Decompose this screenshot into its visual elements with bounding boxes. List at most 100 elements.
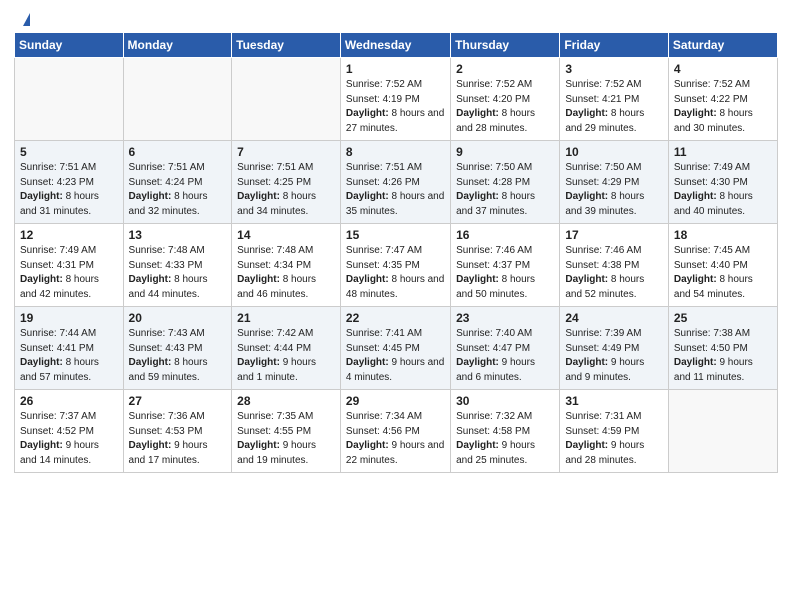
day-details: Sunrise: 7:49 AMSunset: 4:31 PMDaylight:…	[20, 244, 118, 302]
day-details: Sunrise: 7:39 AMSunset: 4:49 PMDaylight:…	[565, 327, 663, 385]
day-details: Sunrise: 7:44 AMSunset: 4:41 PMDaylight:…	[20, 327, 118, 385]
calendar-cell: 24 Sunrise: 7:39 AMSunset: 4:49 PMDayligh…	[560, 307, 669, 390]
calendar-week-row: 1 Sunrise: 7:52 AMSunset: 4:19 PMDaylight…	[15, 58, 778, 141]
calendar-cell: 5 Sunrise: 7:51 AMSunset: 4:23 PMDaylight…	[15, 141, 124, 224]
day-details: Sunrise: 7:49 AMSunset: 4:30 PMDaylight:…	[674, 161, 772, 219]
weekday-header: Sunday	[15, 33, 124, 58]
calendar-cell: 10Sunrise: 7:50 AMSunset: 4:29 PMDayligh…	[560, 141, 669, 224]
day-details: Sunrise: 7:45 AMSunset: 4:40 PMDaylight:…	[674, 244, 772, 302]
day-number: 17	[565, 228, 663, 242]
calendar-table: SundayMondayTuesdayWednesdayThursdayFrid…	[14, 32, 778, 473]
calendar-cell: 29 Sunrise: 7:34 AMSunset: 4:56 PMDayligh…	[340, 390, 450, 473]
day-details: Sunrise: 7:48 AMSunset: 4:33 PMDaylight:…	[129, 244, 227, 302]
day-number: 11	[674, 145, 772, 159]
day-details: Sunrise: 7:36 AMSunset: 4:53 PMDaylight:…	[129, 410, 227, 468]
calendar-header: SundayMondayTuesdayWednesdayThursdayFrid…	[15, 33, 778, 58]
logo	[20, 14, 30, 24]
weekday-header: Monday	[123, 33, 232, 58]
calendar-week-row: 5 Sunrise: 7:51 AMSunset: 4:23 PMDaylight…	[15, 141, 778, 224]
day-details: Sunrise: 7:40 AMSunset: 4:47 PMDaylight:…	[456, 327, 554, 385]
calendar-cell: 12 Sunrise: 7:49 AMSunset: 4:31 PMDayligh…	[15, 224, 124, 307]
day-number: 18	[674, 228, 772, 242]
day-details: Sunrise: 7:52 AMSunset: 4:19 PMDaylight:…	[346, 78, 445, 136]
day-number: 12	[20, 228, 118, 242]
page-header	[0, 0, 792, 32]
day-number: 4	[674, 62, 772, 76]
day-number: 21	[237, 311, 335, 325]
day-details: Sunrise: 7:51 AMSunset: 4:25 PMDaylight:…	[237, 161, 335, 219]
day-number: 24	[565, 311, 663, 325]
calendar-cell	[668, 390, 777, 473]
calendar-cell: 27 Sunrise: 7:36 AMSunset: 4:53 PMDayligh…	[123, 390, 232, 473]
day-details: Sunrise: 7:48 AMSunset: 4:34 PMDaylight:…	[237, 244, 335, 302]
day-details: Sunrise: 7:46 AMSunset: 4:38 PMDaylight:…	[565, 244, 663, 302]
day-number: 2	[456, 62, 554, 76]
calendar-cell	[15, 58, 124, 141]
calendar-week-row: 12 Sunrise: 7:49 AMSunset: 4:31 PMDayligh…	[15, 224, 778, 307]
calendar-cell: 23 Sunrise: 7:40 AMSunset: 4:47 PMDayligh…	[451, 307, 560, 390]
calendar-container: SundayMondayTuesdayWednesdayThursdayFrid…	[0, 32, 792, 483]
day-details: Sunrise: 7:42 AMSunset: 4:44 PMDaylight:…	[237, 327, 335, 385]
day-number: 26	[20, 394, 118, 408]
day-number: 31	[565, 394, 663, 408]
day-number: 13	[129, 228, 227, 242]
weekday-header: Thursday	[451, 33, 560, 58]
day-number: 23	[456, 311, 554, 325]
calendar-cell: 26 Sunrise: 7:37 AMSunset: 4:52 PMDayligh…	[15, 390, 124, 473]
day-details: Sunrise: 7:51 AMSunset: 4:26 PMDaylight:…	[346, 161, 445, 219]
day-number: 14	[237, 228, 335, 242]
day-details: Sunrise: 7:34 AMSunset: 4:56 PMDaylight:…	[346, 410, 445, 468]
day-details: Sunrise: 7:32 AMSunset: 4:58 PMDaylight:…	[456, 410, 554, 468]
day-number: 19	[20, 311, 118, 325]
calendar-cell: 4 Sunrise: 7:52 AMSunset: 4:22 PMDaylight…	[668, 58, 777, 141]
calendar-cell: 18 Sunrise: 7:45 AMSunset: 4:40 PMDayligh…	[668, 224, 777, 307]
day-details: Sunrise: 7:35 AMSunset: 4:55 PMDaylight:…	[237, 410, 335, 468]
day-number: 15	[346, 228, 445, 242]
calendar-cell: 15 Sunrise: 7:47 AMSunset: 4:35 PMDayligh…	[340, 224, 450, 307]
calendar-cell: 14 Sunrise: 7:48 AMSunset: 4:34 PMDayligh…	[232, 224, 341, 307]
logo-triangle-icon	[23, 13, 30, 26]
calendar-week-row: 26 Sunrise: 7:37 AMSunset: 4:52 PMDayligh…	[15, 390, 778, 473]
calendar-cell: 20Sunrise: 7:43 AMSunset: 4:43 PMDayligh…	[123, 307, 232, 390]
calendar-cell: 21 Sunrise: 7:42 AMSunset: 4:44 PMDayligh…	[232, 307, 341, 390]
day-details: Sunrise: 7:52 AMSunset: 4:21 PMDaylight:…	[565, 78, 663, 136]
day-details: Sunrise: 7:41 AMSunset: 4:45 PMDaylight:…	[346, 327, 445, 385]
calendar-cell: 9Sunrise: 7:50 AMSunset: 4:28 PMDaylight…	[451, 141, 560, 224]
day-details: Sunrise: 7:52 AMSunset: 4:20 PMDaylight:…	[456, 78, 554, 136]
calendar-cell: 17 Sunrise: 7:46 AMSunset: 4:38 PMDayligh…	[560, 224, 669, 307]
calendar-cell: 11 Sunrise: 7:49 AMSunset: 4:30 PMDayligh…	[668, 141, 777, 224]
weekday-header: Tuesday	[232, 33, 341, 58]
calendar-cell: 25 Sunrise: 7:38 AMSunset: 4:50 PMDayligh…	[668, 307, 777, 390]
calendar-cell: 8Sunrise: 7:51 AMSunset: 4:26 PMDaylight…	[340, 141, 450, 224]
day-details: Sunrise: 7:43 AMSunset: 4:43 PMDaylight:…	[129, 327, 227, 385]
calendar-cell: 13 Sunrise: 7:48 AMSunset: 4:33 PMDayligh…	[123, 224, 232, 307]
day-details: Sunrise: 7:31 AMSunset: 4:59 PMDaylight:…	[565, 410, 663, 468]
day-number: 7	[237, 145, 335, 159]
day-details: Sunrise: 7:38 AMSunset: 4:50 PMDaylight:…	[674, 327, 772, 385]
calendar-cell: 6Sunrise: 7:51 AMSunset: 4:24 PMDaylight…	[123, 141, 232, 224]
calendar-cell: 31 Sunrise: 7:31 AMSunset: 4:59 PMDayligh…	[560, 390, 669, 473]
day-details: Sunrise: 7:52 AMSunset: 4:22 PMDaylight:…	[674, 78, 772, 136]
day-number: 30	[456, 394, 554, 408]
calendar-cell: 1 Sunrise: 7:52 AMSunset: 4:19 PMDaylight…	[340, 58, 450, 141]
day-number: 10	[565, 145, 663, 159]
calendar-cell: 16Sunrise: 7:46 AMSunset: 4:37 PMDayligh…	[451, 224, 560, 307]
day-number: 25	[674, 311, 772, 325]
day-details: Sunrise: 7:46 AMSunset: 4:37 PMDaylight:…	[456, 244, 554, 302]
day-details: Sunrise: 7:37 AMSunset: 4:52 PMDaylight:…	[20, 410, 118, 468]
weekday-header: Saturday	[668, 33, 777, 58]
day-details: Sunrise: 7:51 AMSunset: 4:23 PMDaylight:…	[20, 161, 118, 219]
calendar-cell: 2 Sunrise: 7:52 AMSunset: 4:20 PMDaylight…	[451, 58, 560, 141]
day-details: Sunrise: 7:47 AMSunset: 4:35 PMDaylight:…	[346, 244, 445, 302]
day-number: 27	[129, 394, 227, 408]
day-number: 22	[346, 311, 445, 325]
day-details: Sunrise: 7:51 AMSunset: 4:24 PMDaylight:…	[129, 161, 227, 219]
weekday-header: Wednesday	[340, 33, 450, 58]
calendar-week-row: 19 Sunrise: 7:44 AMSunset: 4:41 PMDayligh…	[15, 307, 778, 390]
calendar-cell: 19 Sunrise: 7:44 AMSunset: 4:41 PMDayligh…	[15, 307, 124, 390]
weekday-header: Friday	[560, 33, 669, 58]
day-number: 29	[346, 394, 445, 408]
day-number: 1	[346, 62, 445, 76]
day-number: 5	[20, 145, 118, 159]
day-number: 28	[237, 394, 335, 408]
